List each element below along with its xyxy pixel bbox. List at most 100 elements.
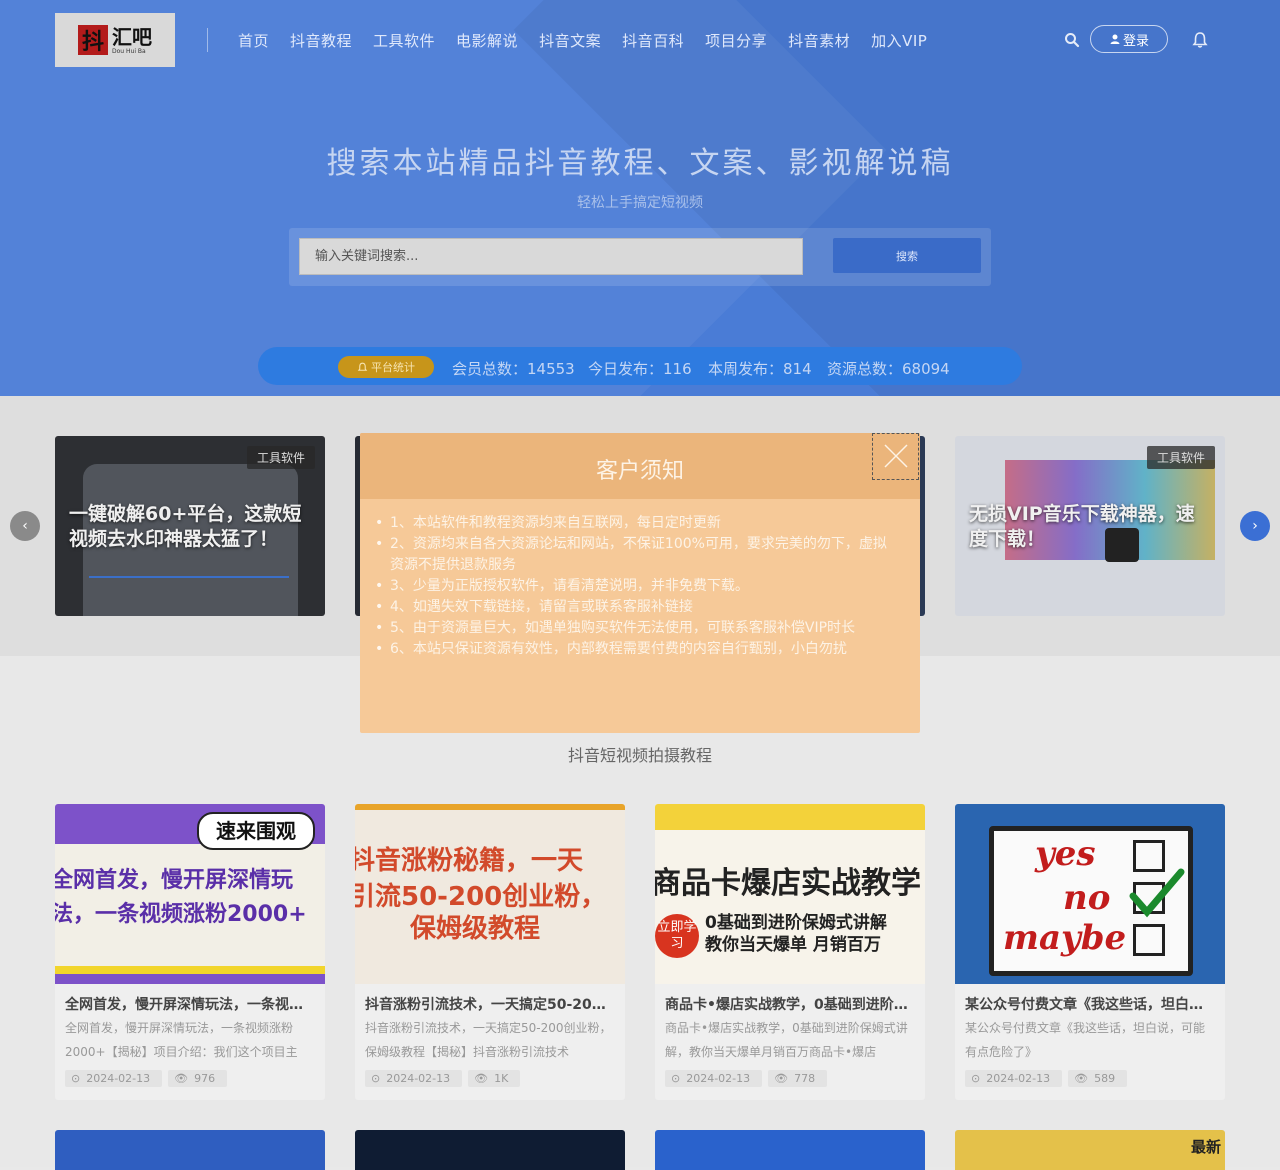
notice-list: 1、本站软件和教程资源均来自互联网，每日定时更新 2、资源均来自各大资源论坛和网… [375, 513, 895, 660]
chevron-left-icon: ‹ [22, 518, 28, 534]
hero-title: 搜索本站精品抖音教程、文案、影视解说稿 [326, 146, 954, 181]
stat-members: 会员总数：14553 [452, 360, 575, 378]
post-meta: ⊙ 2024-02-13 👁 589 [965, 1070, 1128, 1087]
notice-item: 2、资源均来自各大资源论坛和网站，不保证100%可用，要求完美的勿下，虚拟资源不… [375, 534, 895, 576]
notice-item: 3、少量为正版授权软件，请看清楚说明，并非免费下载。 [375, 576, 895, 597]
card-tag: 工具软件 [246, 446, 315, 469]
post-card[interactable]: 最新 [955, 1130, 1225, 1170]
post-card[interactable]: 抖音涨粉秘籍，一天 引流50-200创业粉， 保姆级教程 抖音涨粉引流技术，一天… [355, 804, 625, 1100]
site-logo[interactable]: 抖 汇吧 Dou Hui Ba [55, 13, 175, 67]
new-badge: 最新 [1190, 1138, 1221, 1156]
thumb-text: 法，一条视频涨粉2000+ [55, 902, 307, 927]
bell-icon [357, 362, 368, 371]
nav-divider [207, 28, 208, 52]
post-card[interactable]: 速来围观 全网首发，慢开屏深情玩 法，一条视频涨粉2000+ 全网首发，慢开屏深… [55, 804, 325, 1100]
post-thumbnail: 商品卡爆店实战教学 立即学习 0基础到进阶保姆式讲解 教你当天爆单 月销百万 [655, 804, 925, 984]
post-excerpt: 某公众号付费文章《我这些话，坦白说，可能有点危险了》 [965, 1021, 1206, 1059]
thumb-text: no [1063, 878, 1111, 918]
stat-today: 今日发布：116 [588, 360, 692, 378]
thumb-badge: 速来围观 [197, 812, 315, 850]
search-icon[interactable] [1064, 32, 1080, 48]
bell-icon[interactable] [1191, 31, 1209, 49]
post-title[interactable]: 某公众号付费文章《我这些话，坦白说，可能有点危险了》 [965, 994, 1215, 1014]
search-input[interactable]: 输入关键词搜索... [299, 238, 803, 275]
stat-week: 本周发布：814 [708, 360, 812, 378]
post-views: 👁 976 [168, 1070, 228, 1087]
thumb-text: 保姆级教程 [410, 914, 541, 944]
nav-item-copywriting[interactable]: 抖音文案 [539, 30, 601, 51]
post-date: ⊙ 2024-02-13 [365, 1070, 463, 1087]
post-meta: ⊙ 2024-02-13 👁 778 [665, 1070, 828, 1087]
post-excerpt: 全网首发，慢开屏深情玩法，一条视频涨粉2000+【揭秘】项目介绍：我们这个项目主 [65, 1021, 298, 1059]
post-card[interactable]: 商品卡爆店实战教学 立即学习 0基础到进阶保姆式讲解 教你当天爆单 月销百万 商… [655, 804, 925, 1100]
notice-modal: 客户须知 1、本站软件和教程资源均来自互联网，每日定时更新 2、资源均来自各大资… [360, 433, 920, 733]
logo-mark: 抖 [78, 25, 108, 55]
stat-total: 资源总数：68094 [827, 360, 950, 378]
post-thumbnail: yes no maybe [955, 804, 1225, 984]
card-tag: 工具软件 [1146, 446, 1215, 469]
post-views: 👁 589 [1068, 1070, 1128, 1087]
post-card[interactable]: yes no maybe 某公众号付费文章《我这些话，坦白说，可能有点危险了》 … [955, 804, 1225, 1100]
notice-item: 5、由于资源量巨大，如遇单独购买软件无法使用，可联系客服补偿VIP时长 [375, 618, 895, 639]
card-title: 无损VIP音乐下载神器，速度下载！ [969, 503, 1195, 550]
post-title[interactable]: 抖音涨粉引流技术，一天搞定50-200创业粉 [365, 994, 615, 1014]
thumb-text: 商品卡爆店实战教学 [655, 866, 921, 901]
carousel-next-button[interactable]: › [1240, 511, 1270, 541]
user-icon [1110, 34, 1120, 44]
nav-item-home[interactable]: 首页 [238, 30, 269, 51]
search-button[interactable]: 搜索 [833, 238, 981, 273]
thumb-text: maybe [1003, 918, 1127, 958]
post-title[interactable]: 商品卡•爆店实战教学，0基础到进阶保姆式讲解 [665, 994, 915, 1014]
post-title[interactable]: 全网首发，慢开屏深情玩法，一条视频涨粉2000+ [65, 994, 315, 1014]
card-title: 一键破解60+平台，这款短视频去水印神器太猛了！ [69, 503, 302, 550]
nav-item-movie[interactable]: 电影解说 [456, 30, 518, 51]
thumb-text: 全网首发，慢开屏深情玩 [55, 868, 294, 893]
thumb-text: 抖音涨粉秘籍，一天 [355, 846, 584, 876]
post-thumbnail: 速来围观 全网首发，慢开屏深情玩 法，一条视频涨粉2000+ [55, 804, 325, 984]
notice-item: 6、本站只保证资源有效性，内部教程需要付费的内容自行甄别，小白勿扰 [375, 639, 895, 660]
modal-close-button[interactable] [872, 433, 919, 480]
nav-item-materials[interactable]: 抖音素材 [788, 30, 850, 51]
thumb-badge: 立即学习 [655, 914, 699, 958]
nav-item-wiki[interactable]: 抖音百科 [622, 30, 684, 51]
notice-item: 1、本站软件和教程资源均来自互联网，每日定时更新 [375, 513, 895, 534]
post-date: ⊙ 2024-02-13 [965, 1070, 1063, 1087]
post-excerpt: 抖音涨粉引流技术，一天搞定50-200创业粉，保姆级教程【揭秘】抖音涨粉引流技术 [365, 1021, 612, 1059]
post-thumbnail: 抖音涨粉秘籍，一天 引流50-200创业粉， 保姆级教程 [355, 804, 625, 984]
nav-item-tools[interactable]: 工具软件 [373, 30, 435, 51]
checkmark-icon [1129, 868, 1185, 918]
carousel-prev-button[interactable]: ‹ [10, 511, 40, 541]
logo-text: 汇吧 [112, 24, 152, 49]
section-title: 抖音短视频拍摄教程 [567, 746, 712, 765]
stats-badge: 平台统计 [338, 356, 434, 378]
modal-title: 客户须知 [595, 459, 684, 484]
notice-item: 4、如遇失效下载链接，请留言或联系客服补链接 [375, 597, 895, 618]
post-excerpt: 商品卡•爆店实战教学，0基础到进阶保姆式讲解，教你当天爆单月销百万商品卡•爆店 [665, 1021, 908, 1059]
post-date: ⊙ 2024-02-13 [665, 1070, 763, 1087]
stats-badge-label: 平台统计 [371, 361, 415, 374]
logo-subtitle: Dou Hui Ba [112, 47, 146, 55]
carousel-card[interactable]: 工具软件 一键破解60+平台，这款短视频去水印神器太猛了！ [55, 436, 325, 616]
post-card[interactable] [355, 1130, 625, 1170]
close-icon [884, 444, 908, 468]
post-meta: ⊙ 2024-02-13 👁 1K [365, 1070, 521, 1087]
login-label: 登录 [1122, 33, 1149, 49]
thumb-text: 教你当天爆单 月销百万 [705, 935, 881, 955]
nav-item-projects[interactable]: 项目分享 [705, 30, 767, 51]
card-decoration [89, 576, 289, 578]
post-meta: ⊙ 2024-02-13 👁 976 [65, 1070, 228, 1087]
post-card[interactable] [55, 1130, 325, 1170]
thumb-text: yes [1035, 834, 1096, 874]
main-nav: 首页 抖音教程 工具软件 电影解说 抖音文案 抖音百科 项目分享 抖音素材 加入… [238, 30, 927, 51]
login-button[interactable]: 登录 [1090, 25, 1168, 53]
post-views: 👁 778 [768, 1070, 828, 1087]
checkbox-icon [1133, 924, 1165, 956]
post-date: ⊙ 2024-02-13 [65, 1070, 163, 1087]
hero-subtitle: 轻松上手搞定短视频 [577, 195, 703, 211]
carousel-card[interactable]: 工具软件 无损VIP音乐下载神器，速度下载！ [955, 436, 1225, 616]
chevron-right-icon: › [1252, 518, 1258, 534]
post-card[interactable] [655, 1130, 925, 1170]
post-views: 👁 1K [468, 1070, 521, 1087]
nav-item-vip[interactable]: 加入VIP [871, 30, 927, 51]
nav-item-tutorials[interactable]: 抖音教程 [290, 30, 352, 51]
